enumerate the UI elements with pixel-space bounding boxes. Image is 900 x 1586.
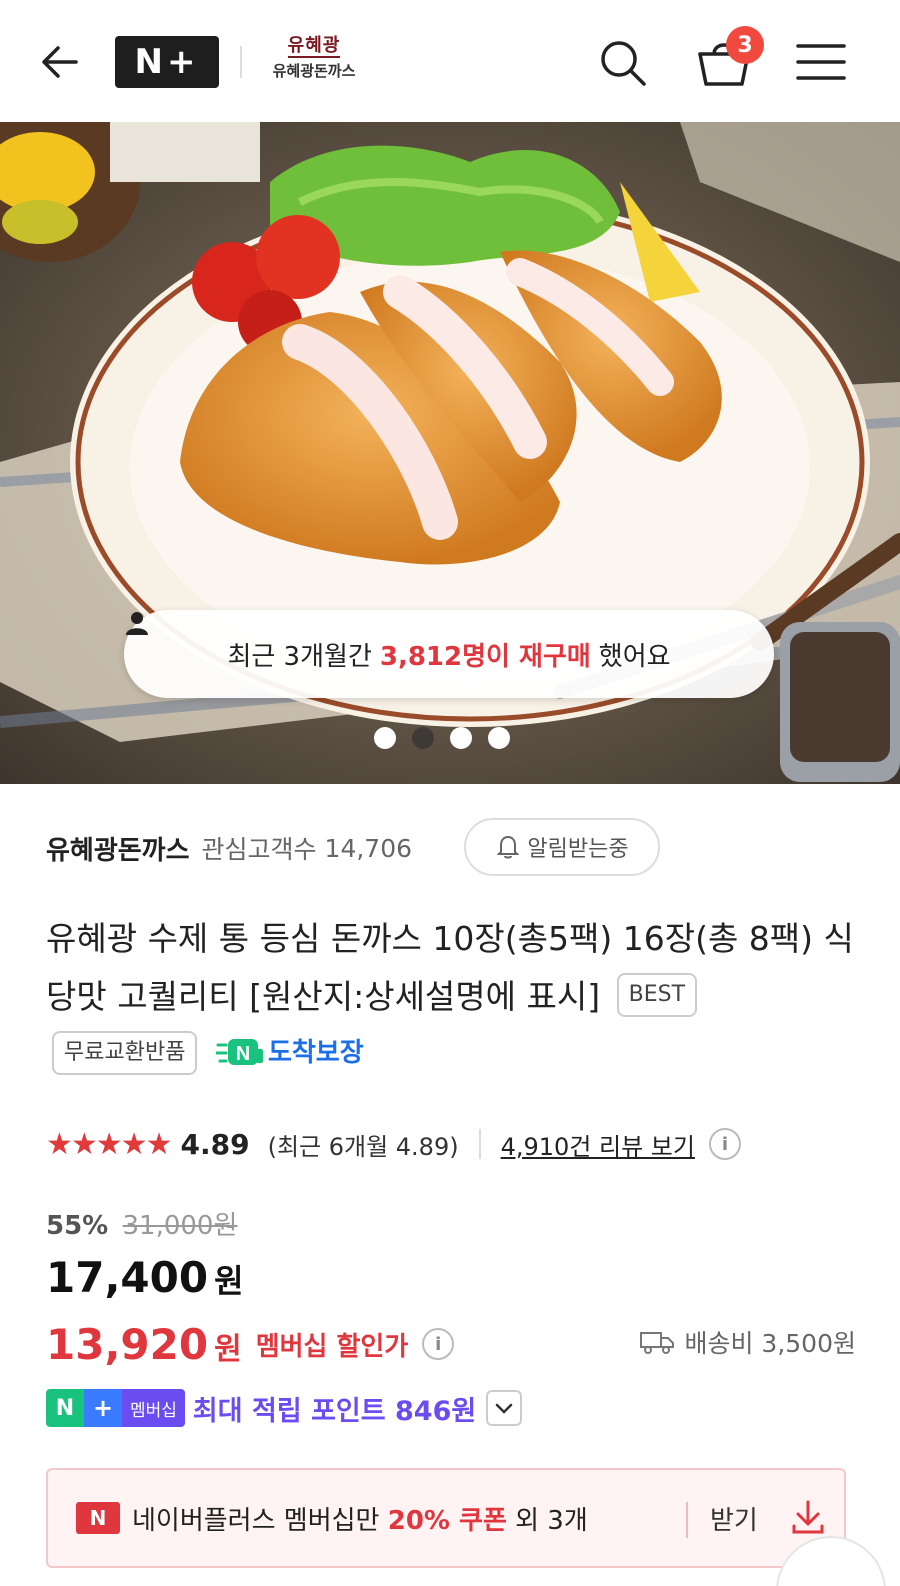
star-rating-icon: ★★★★★: [46, 1126, 172, 1162]
search-icon[interactable]: [596, 36, 650, 90]
discount-rate: 55%: [46, 1211, 109, 1241]
naver-plus-logo[interactable]: N+: [115, 36, 219, 88]
seller-name[interactable]: 유혜광돈까스: [46, 830, 190, 867]
product-image-carousel[interactable]: 최근 3개월간 3,812명이 재구매 했어요: [0, 122, 900, 784]
rating-row: ★★★★★ 4.89 (최근 6개월 4.89) 4,910건 리뷰 보기 i: [46, 1120, 866, 1168]
sale-price-unit: 원: [214, 1262, 244, 1300]
store-logo-name: 유혜광돈까스: [272, 62, 356, 80]
bell-icon: [496, 835, 520, 859]
svg-text:N: N: [236, 1043, 250, 1065]
coupon-banner[interactable]: N 네이버플러스 멤버십만 20% 쿠폰 외 3개 받기: [46, 1468, 846, 1568]
product-title: 유혜광 수제 통 등심 돈까스 10장(총5팩) 16장(총 8팩) 식당맛 고…: [46, 919, 854, 1016]
member-price: 13,920 원: [46, 1320, 242, 1369]
back-arrow-icon[interactable]: [36, 38, 84, 86]
store-logo-mark: 유혜광: [287, 35, 341, 58]
header-divider: [240, 46, 242, 78]
badge-n: N: [46, 1389, 84, 1427]
rating-divider: [478, 1129, 481, 1159]
carousel-dots: [374, 727, 510, 749]
max-points-text: 최대 적립 포인트 846원: [192, 1395, 477, 1427]
carousel-dot[interactable]: [488, 727, 510, 749]
repurchase-prefix: 최근 3개월간: [227, 641, 372, 672]
menu-icon[interactable]: [794, 40, 848, 84]
review-link[interactable]: 4,910건 리뷰 보기: [501, 1127, 695, 1162]
carousel-dot-active[interactable]: [412, 727, 434, 749]
free-return-tag: 무료교환반품: [52, 1030, 198, 1075]
coupon-text-highlight: 20% 쿠폰: [387, 1505, 507, 1536]
repurchase-banner: 최근 3개월간 3,812명이 재구매 했어요: [124, 610, 774, 698]
notification-button[interactable]: 알림받는중: [464, 818, 660, 876]
member-info-icon[interactable]: i: [422, 1328, 455, 1360]
nplus-membership-badge: N + 멤버십: [46, 1389, 185, 1427]
rating-recent: (최근 6개월 4.89): [267, 1132, 459, 1161]
coupon-text-before: 네이버플러스 멤버십만: [132, 1505, 380, 1536]
person-icon: [126, 612, 148, 635]
member-price-label: 멤버십 할인가: [255, 1331, 409, 1362]
shipping-fee: 배송비 3,500원: [640, 1324, 856, 1360]
delivery-truck-icon: N: [215, 1038, 263, 1065]
best-tag: BEST: [616, 972, 698, 1017]
arrival-guarantee-label: 도착보장: [267, 1037, 364, 1068]
notification-label: 알림받는중: [527, 837, 629, 862]
cart-count-badge: 3: [726, 26, 764, 64]
repurchase-suffix: 했어요: [598, 641, 671, 672]
member-price-row: 13,920 원 멤버십 할인가 i 배송비 3,500원: [46, 1316, 856, 1372]
sale-price-value: 17,400: [46, 1253, 209, 1302]
shipping-fee-text: 배송비 3,500원: [684, 1329, 856, 1358]
top-bar: N+ 유혜광 유혜광돈까스 3: [0, 0, 900, 122]
coupon-text: 네이버플러스 멤버십만 20% 쿠폰 외 3개: [132, 1500, 588, 1537]
coupon-text-after: 외 3개: [515, 1505, 588, 1536]
coupon-get-label[interactable]: 받기: [710, 1500, 758, 1537]
seller-row: 유혜광돈까스 관심고객수 14,706 알림받는중: [46, 818, 866, 878]
badge-plus: +: [84, 1389, 122, 1427]
chevron-down-icon[interactable]: [486, 1390, 523, 1426]
carousel-dot[interactable]: [374, 727, 396, 749]
carousel-dot[interactable]: [450, 727, 472, 749]
follower-count: 14,706: [324, 833, 413, 863]
naver-coupon-icon: N: [76, 1502, 120, 1534]
member-price-unit: 원: [214, 1331, 242, 1367]
original-price: 31,000원: [122, 1211, 238, 1241]
arrival-guarantee-badge[interactable]: N 도착보장: [215, 1024, 364, 1082]
download-icon[interactable]: [786, 1496, 830, 1540]
badge-member: 멤버십: [122, 1389, 185, 1427]
rating-score: 4.89: [180, 1127, 250, 1161]
coupon-divider: [686, 1502, 688, 1538]
discount-row: 55% 31,000원: [46, 1205, 237, 1242]
sale-price: 17,400 원: [46, 1253, 244, 1302]
points-row: N + 멤버십 최대 적립 포인트 846원: [46, 1386, 606, 1430]
follower-label: 관심고객수: [201, 835, 317, 864]
truck-icon: [640, 1332, 675, 1354]
member-price-value: 13,920: [46, 1319, 209, 1369]
repurchase-count: 3,812명이 재구매: [379, 641, 591, 672]
info-icon[interactable]: i: [708, 1128, 741, 1160]
store-logo[interactable]: 유혜광 유혜광돈까스: [262, 36, 366, 90]
product-title-block: 유혜광 수제 통 등심 돈까스 10장(총5팩) 16장(총 8팩) 식당맛 고…: [46, 910, 856, 1086]
